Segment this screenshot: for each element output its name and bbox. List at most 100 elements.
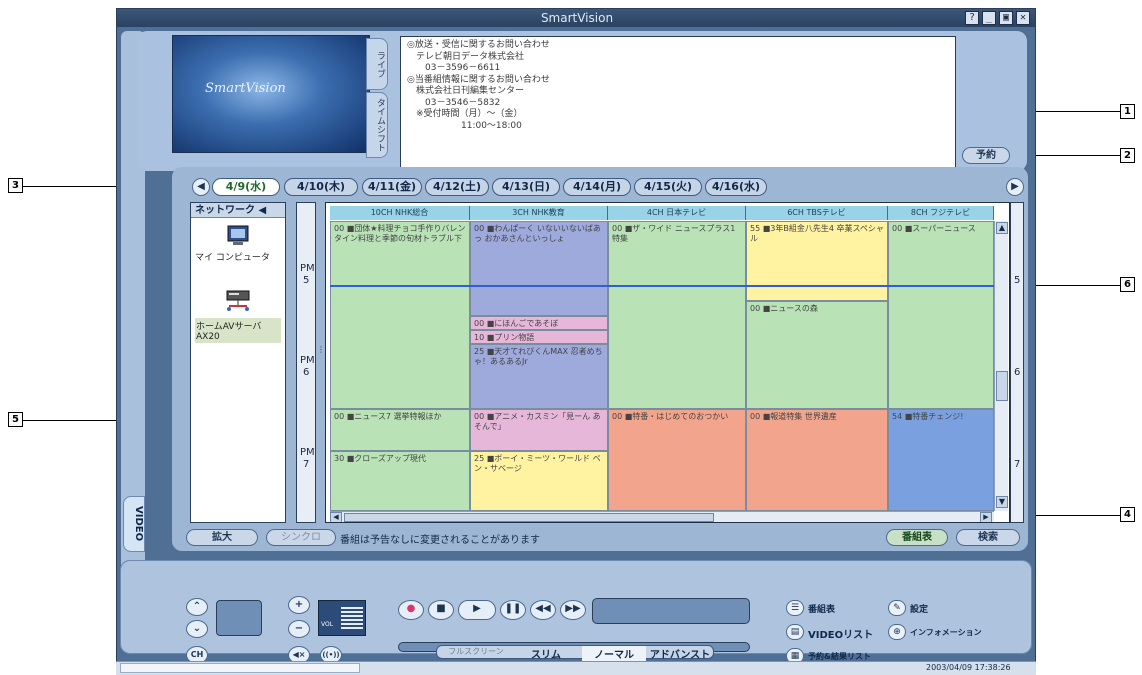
computer-icon	[227, 225, 249, 245]
callout-5: 5	[8, 412, 23, 427]
program-cell[interactable]: 25 ■天才てれびくんMAX 忍者めちゃ！あるあるJr	[470, 344, 608, 409]
volume-down-button[interactable]: −	[288, 620, 310, 638]
date-tab[interactable]: 4/10(木)	[284, 178, 358, 196]
nav-information[interactable]: インフォメーション	[910, 627, 982, 638]
volume-label: VOL	[321, 621, 334, 628]
scroll-left-icon[interactable]: ◀	[330, 512, 342, 522]
channel-header[interactable]: 4CH 日本テレビ	[608, 206, 746, 220]
time-column-left: PM 5 PM 6 PM 7	[296, 202, 316, 523]
info-line: ◎当番組情報に関するお問い合わせ	[407, 74, 550, 85]
channel-header[interactable]: 6CH TBSテレビ	[746, 206, 888, 220]
minimize-button[interactable]: _	[982, 11, 996, 25]
close-button[interactable]: ✕	[1016, 11, 1030, 25]
next-date-arrow-icon[interactable]: ▶	[1006, 178, 1024, 196]
prev-date-arrow-icon[interactable]: ◀	[192, 178, 210, 196]
date-tab[interactable]: 4/11(金)	[362, 178, 422, 196]
stop-button[interactable]: ■	[428, 600, 454, 620]
program-cell[interactable]: 54 ■特番チェンジ!	[888, 409, 994, 511]
network-header[interactable]: ネットワーク ◀	[191, 203, 285, 218]
date-tab[interactable]: 4/13(日)	[492, 178, 560, 196]
nav-program-table[interactable]: 番組表	[808, 602, 835, 615]
vertical-scrollbar[interactable]: ▲ ▼	[994, 221, 1008, 511]
settings-icon[interactable]: ✎	[888, 600, 906, 616]
date-tab[interactable]: 4/15(火)	[634, 178, 702, 196]
hscroll-thumb[interactable]	[344, 513, 714, 522]
program-cell[interactable]: 00 ■特番・はじめてのおつかい	[608, 409, 746, 511]
volume-up-button[interactable]: +	[288, 596, 310, 614]
date-tab[interactable]: 4/14(月)	[563, 178, 631, 196]
date-tab[interactable]: 4/12(土)	[425, 178, 489, 196]
channel-header[interactable]: 3CH NHK教育	[470, 206, 608, 220]
program-cell[interactable]: 00 ■スーパーニュース	[888, 221, 994, 409]
channel-header[interactable]: 10CH NHK総合	[330, 206, 470, 220]
mode-slim[interactable]: スリム	[514, 646, 578, 661]
program-cell[interactable]: 00 ■アニメ・カスミン「見ーん あそんで」	[470, 409, 608, 451]
tab-video[interactable]: VIDEO	[123, 496, 145, 552]
network-item-av-server[interactable]: ホームAVサーバ AX20	[195, 289, 281, 343]
channel-up-button[interactable]: ⌃	[186, 598, 208, 616]
scroll-up-icon[interactable]: ▲	[996, 222, 1008, 234]
program-cell[interactable]: 25 ■ボーイ・ミーツ・ワールド ベン・サベージ	[470, 451, 608, 511]
reserve-button[interactable]: 予約	[962, 147, 1010, 164]
search-button[interactable]: 検索	[956, 529, 1020, 546]
nav-settings[interactable]: 設定	[910, 602, 928, 615]
date-tab[interactable]: 4/9(水)	[212, 178, 280, 196]
program-cell[interactable]: 00 ■ザ・ワイド ニュースプラス1 特集	[608, 221, 746, 409]
time-column-splitter[interactable]: ⋮	[317, 345, 325, 361]
callout-6: 6	[1120, 277, 1135, 292]
scroll-right-icon[interactable]: ▶	[980, 512, 992, 522]
pause-button[interactable]: ❚❚	[500, 600, 526, 620]
program-cell[interactable]: 00 ■団体★料理チョコ手作りバレンタイン料理と季節の旬材トラブル下	[330, 221, 470, 409]
scroll-thumb[interactable]	[996, 371, 1008, 401]
video-list-icon[interactable]: ▤	[786, 624, 804, 640]
scroll-down-icon[interactable]: ▼	[996, 496, 1008, 508]
channel-header[interactable]: 8CH フジテレビ	[888, 206, 994, 220]
mode-fullscreen[interactable]: フルスクリーン	[440, 646, 512, 657]
record-button[interactable]: ●	[398, 600, 424, 620]
video-preview[interactable]: SmartVision	[172, 35, 370, 153]
program-cell[interactable]: 30 ■クローズアップ現代	[330, 451, 470, 511]
program-cell[interactable]: 00 ■にほんごであそぼ	[470, 316, 608, 330]
callout-3: 3	[8, 178, 23, 193]
play-button[interactable]: ▶	[458, 600, 496, 620]
date-tab[interactable]: 4/16(水)	[705, 178, 767, 196]
tab-live[interactable]: ライブ	[366, 38, 388, 90]
program-cell[interactable]: 00 ■報道特集 世界遺産	[746, 409, 888, 511]
information-icon[interactable]: ⊕	[888, 624, 906, 640]
program-cell[interactable]: 00 ■ニュースの森	[746, 301, 888, 409]
mode-normal[interactable]: ノーマル	[582, 646, 646, 661]
mode-advanced[interactable]: アドバンスト	[648, 646, 712, 661]
info-line: 株式会社日刊編集センター	[407, 86, 525, 96]
program-cell[interactable]: 10 ■プリン物語	[470, 330, 608, 344]
time-hour: 5	[303, 275, 310, 286]
status-datetime: 2003/04/09 17:38:26	[926, 663, 1011, 672]
program-cell[interactable]: 55 ■3年B組金八先生4 卒業スペシャル	[746, 221, 888, 301]
volume-meter[interactable]: VOL	[318, 600, 366, 636]
status-left-field	[120, 663, 360, 673]
fast-forward-button[interactable]: ▶▶	[560, 600, 586, 620]
time-hour: 7	[1014, 459, 1021, 470]
network-item-my-computer[interactable]: マイ コンピュータ	[195, 225, 281, 263]
network-panel: ネットワーク ◀ マイ コンピュータ ホームAVサーバ AX20	[190, 202, 286, 523]
program-cell[interactable]: 00 ■わんぱーく いないいないばあっ おかあさんといっしょ	[470, 221, 608, 316]
program-grid[interactable]: 10CH NHK総合 3CH NHK教育 4CH 日本テレビ 6CH TBSテレ…	[325, 202, 1010, 523]
program-table-button[interactable]: 番組表	[886, 529, 948, 546]
playback-display	[592, 598, 750, 624]
info-line: 03－3546－5832	[407, 97, 501, 108]
horizontal-scrollbar[interactable]: ◀ ▶	[330, 511, 994, 522]
channel-down-button[interactable]: ⌄	[186, 620, 208, 638]
restore-button[interactable]: ▣	[999, 11, 1013, 25]
callout-4: 4	[1120, 507, 1135, 522]
time-ampm: PM	[300, 355, 315, 366]
enlarge-button[interactable]: 拡大	[186, 529, 258, 546]
info-line: ◎放送・受信に関するお問い合わせ	[407, 40, 550, 50]
sync-button[interactable]: シンクロ	[266, 529, 336, 546]
tab-timeshift[interactable]: タイムシフト	[366, 92, 388, 158]
program-table-icon[interactable]: ☰	[786, 600, 804, 616]
nav-video-list[interactable]: VIDEOリスト	[808, 626, 873, 641]
notice-text: 番組は予告なしに変更されることがあります	[340, 535, 540, 546]
program-info-box: ◎放送・受信に関するお問い合わせ テレビ朝日データ株式会社 03－3596－66…	[400, 36, 956, 168]
rewind-button[interactable]: ◀◀	[530, 600, 556, 620]
help-button[interactable]: ?	[965, 11, 979, 25]
program-cell[interactable]: 00 ■ニュース7 選挙特報ほか	[330, 409, 470, 451]
